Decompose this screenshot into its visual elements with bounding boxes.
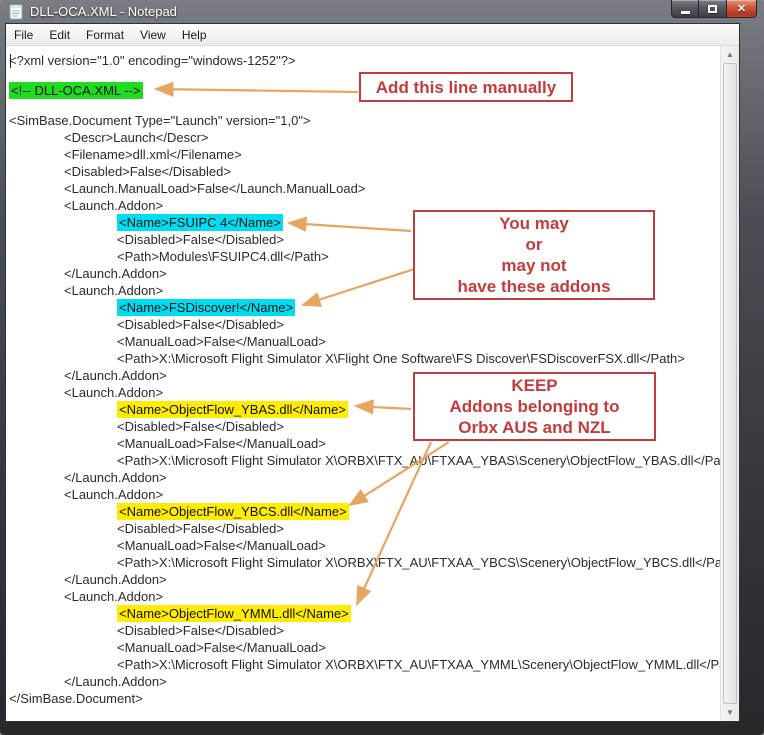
close-button[interactable]: ✕ — [726, 0, 757, 18]
xml-line: </Launch.Addon> — [9, 469, 722, 486]
title-bar[interactable]: DLL-OCA.XML - Notepad ✕ — [0, 0, 764, 23]
xml-line: <Disabled>False</Disabled> — [9, 163, 722, 180]
xml-line: <Path>X:\Microsoft Flight Simulator X\OR… — [9, 452, 722, 469]
highlighted-text-yellow: <Name>ObjectFlow_YMML.dll</Name> — [117, 605, 351, 622]
xml-line: </Launch.Addon> — [9, 571, 722, 588]
xml-line: <SimBase.Document Type="Launch" version=… — [9, 112, 722, 129]
highlighted-text-cyan: <Name>FSUIPC 4</Name> — [117, 214, 283, 231]
xml-line: <Disabled>False</Disabled> — [9, 622, 722, 639]
highlighted-text-yellow: <Name>ObjectFlow_YBCS.dll</Name> — [117, 503, 349, 520]
xml-line: <Path>Modules\FSUIPC4.dll</Path> — [9, 248, 722, 265]
xml-line: <Name>ObjectFlow_YMML.dll</Name> — [9, 605, 722, 622]
xml-line: <Name>FSDiscover!</Name> — [9, 299, 722, 316]
xml-line: </Launch.Addon> — [9, 265, 722, 282]
text-editor[interactable]: <?xml version="1.0" encoding="windows-12… — [6, 46, 722, 721]
xml-line: <Path>X:\Microsoft Flight Simulator X\OR… — [9, 554, 722, 571]
maximize-icon — [708, 5, 717, 13]
xml-line: <Launch.Addon> — [9, 588, 722, 605]
highlighted-text-green: <!-- DLL-OCA.XML --> — [9, 82, 143, 99]
xml-line: <Disabled>False</Disabled> — [9, 520, 722, 537]
menu-format[interactable]: Format — [78, 25, 132, 45]
scrollbar-thumb[interactable] — [723, 63, 737, 704]
xml-line: <Disabled>False</Disabled> — [9, 316, 722, 333]
highlighted-text-cyan: <Name>FSDiscover!</Name> — [117, 299, 295, 316]
window-title: DLL-OCA.XML - Notepad — [30, 4, 177, 19]
xml-line: <Launch.Addon> — [9, 197, 722, 214]
notepad-window: DLL-OCA.XML - Notepad ✕ File Edit Format… — [0, 0, 764, 735]
scroll-up-icon[interactable]: ▲ — [721, 46, 739, 63]
xml-line: <Path>X:\Microsoft Flight Simulator X\OR… — [9, 656, 722, 673]
xml-line: <Name>ObjectFlow_YBCS.dll</Name> — [9, 503, 722, 520]
notepad-icon — [9, 4, 23, 20]
xml-line: <Disabled>False</Disabled> — [9, 231, 722, 248]
xml-line: <Launch.Addon> — [9, 486, 722, 503]
xml-line: <ManualLoad>False</ManualLoad> — [9, 639, 722, 656]
menu-view[interactable]: View — [132, 25, 174, 45]
window-client-area: File Edit Format View Help <?xml version… — [5, 23, 740, 722]
minimize-icon — [681, 11, 690, 14]
minimize-button[interactable] — [671, 0, 699, 18]
xml-line — [9, 99, 722, 112]
xml-line: <ManualLoad>False</ManualLoad> — [9, 435, 722, 452]
xml-line: <Disabled>False</Disabled> — [9, 418, 722, 435]
xml-line: <Name>ObjectFlow_YBAS.dll</Name> — [9, 401, 722, 418]
xml-line: </Launch.Addon> — [9, 673, 722, 690]
xml-line: <ManualLoad>False</ManualLoad> — [9, 333, 722, 350]
xml-line: <ManualLoad>False</ManualLoad> — [9, 537, 722, 554]
xml-line: <?xml version="1.0" encoding="windows-12… — [9, 52, 722, 69]
xml-line — [9, 69, 722, 82]
close-icon: ✕ — [737, 2, 746, 15]
xml-line: <Launch.ManualLoad>False</Launch.ManualL… — [9, 180, 722, 197]
highlighted-text-yellow: <Name>ObjectFlow_YBAS.dll</Name> — [117, 401, 348, 418]
text-caret — [10, 54, 11, 68]
xml-line: <Launch.Addon> — [9, 282, 722, 299]
xml-line: <Name>FSUIPC 4</Name> — [9, 214, 722, 231]
menu-edit[interactable]: Edit — [41, 25, 78, 45]
xml-line: </Launch.Addon> — [9, 367, 722, 384]
menu-help[interactable]: Help — [174, 25, 215, 45]
xml-line: </SimBase.Document> — [9, 690, 722, 707]
menu-file[interactable]: File — [6, 25, 41, 45]
xml-line: <Filename>dll.xml</Filename> — [9, 146, 722, 163]
xml-line: <Descr>Launch</Descr> — [9, 129, 722, 146]
xml-line: <!-- DLL-OCA.XML --> — [9, 82, 722, 99]
menu-bar: File Edit Format View Help — [6, 24, 739, 46]
xml-line: <Path>X:\Microsoft Flight Simulator X\Fl… — [9, 350, 722, 367]
vertical-scrollbar[interactable]: ▲ ▼ — [720, 46, 739, 721]
maximize-button[interactable] — [699, 0, 726, 18]
xml-line: <Launch.Addon> — [9, 384, 722, 401]
scroll-down-icon[interactable]: ▼ — [721, 704, 739, 721]
